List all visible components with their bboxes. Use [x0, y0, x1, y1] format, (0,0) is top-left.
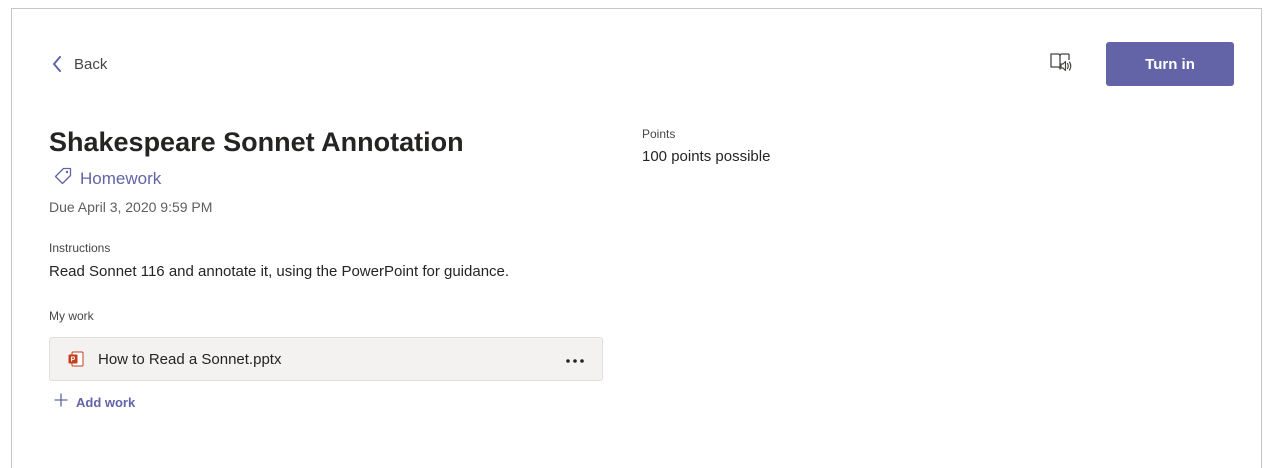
my-work-label: My work [49, 309, 94, 323]
turn-in-button[interactable]: Turn in [1106, 42, 1234, 86]
chevron-left-icon [50, 55, 64, 73]
due-date: Due April 3, 2020 9:59 PM [49, 199, 213, 215]
attachment-file-name: How to Read a Sonnet.pptx [98, 350, 282, 368]
immersive-reader-button[interactable] [1046, 49, 1076, 79]
more-options-button[interactable] [564, 350, 586, 368]
add-work-label: Add work [76, 395, 136, 410]
points-label: Points [642, 127, 676, 141]
attachment-card[interactable]: P How to Read a Sonnet.pptx [49, 337, 603, 381]
assignment-title: Shakespeare Sonnet Annotation [49, 127, 464, 157]
category-tag[interactable]: Homework [54, 167, 161, 190]
category-label: Homework [80, 168, 162, 188]
back-label: Back [74, 55, 108, 73]
immersive-reader-icon [1049, 50, 1073, 79]
instructions-text: Read Sonnet 116 and annotate it, using t… [49, 263, 510, 280]
instructions-label: Instructions [49, 241, 111, 255]
powerpoint-file-icon: P [68, 351, 84, 367]
back-button[interactable]: Back [50, 55, 107, 73]
plus-icon [54, 393, 68, 412]
tag-icon [54, 167, 72, 190]
add-work-button[interactable]: Add work [54, 393, 135, 412]
assignment-panel: Back Turn in Shakespeare Sonnet Annotati… [11, 8, 1262, 468]
svg-text:P: P [71, 357, 76, 364]
points-value: 100 points possible [642, 148, 771, 165]
more-options-icon [566, 350, 584, 368]
